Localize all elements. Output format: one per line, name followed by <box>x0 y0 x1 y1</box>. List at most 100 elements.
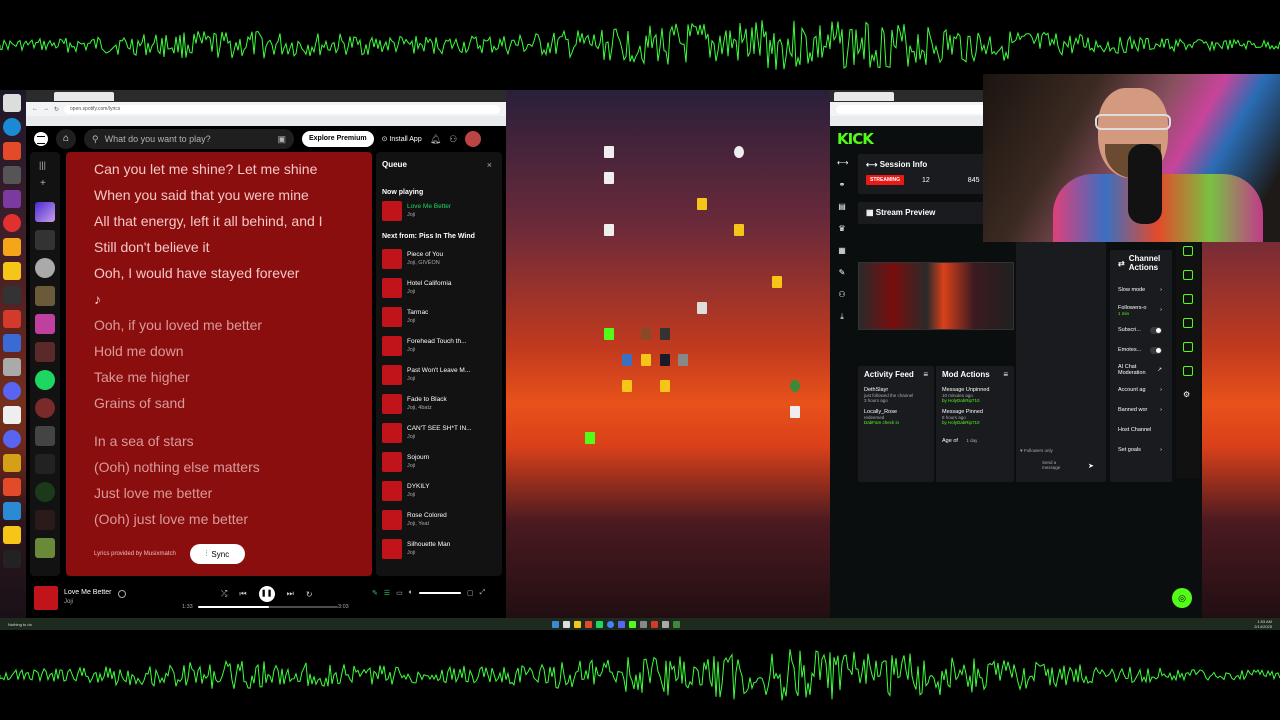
lyric-line[interactable]: Hold me down <box>94 338 372 364</box>
lyric-line[interactable]: All that energy, left it all behind, and… <box>94 208 372 234</box>
channel-action-row[interactable]: Slow mode › <box>1118 280 1168 300</box>
chrome-icon[interactable] <box>606 620 614 628</box>
channel-action-row[interactable]: Account ag › <box>1118 380 1168 400</box>
library-item[interactable] <box>35 426 55 446</box>
mod-action-item[interactable]: Message Pinned 8 hours ago by HolyDabRip… <box>942 409 1008 425</box>
toggle-switch[interactable] <box>1150 346 1162 354</box>
add-icon[interactable]: + <box>40 178 46 189</box>
folder-icon[interactable] <box>697 198 707 210</box>
desktop-app-icon[interactable] <box>3 550 21 568</box>
desktop-app-icon[interactable] <box>678 354 688 366</box>
forward-icon[interactable]: → <box>43 106 49 112</box>
desktop-app-icon[interactable] <box>660 354 670 366</box>
library-item[interactable] <box>35 454 55 474</box>
broadcast-icon[interactable] <box>1183 318 1193 328</box>
volume-slider[interactable] <box>418 592 461 594</box>
library-item[interactable] <box>35 482 55 502</box>
album-art[interactable] <box>34 586 58 610</box>
lyric-line[interactable]: Just love me better <box>94 480 372 506</box>
library-icon[interactable]: ||| <box>39 160 46 170</box>
desktop-app-icon[interactable] <box>585 432 595 444</box>
discord-icon[interactable] <box>617 620 625 628</box>
stream-preview-image[interactable] <box>858 262 1014 330</box>
queue-item[interactable]: Tarmac Joji <box>382 302 496 331</box>
clipboard-icon[interactable] <box>1183 270 1193 280</box>
kick-logo[interactable]: KICK <box>837 130 874 148</box>
lyric-line[interactable]: Ooh, I would have stayed forever <box>94 260 372 286</box>
settings-icon[interactable]: ⚙ <box>1183 390 1193 400</box>
progress-bar[interactable] <box>198 606 338 608</box>
desktop-file-icon[interactable] <box>604 146 614 158</box>
back-icon[interactable]: ← <box>32 106 38 112</box>
search-icon[interactable] <box>562 620 570 628</box>
lyric-line[interactable]: Take me higher <box>94 364 372 390</box>
desktop-app-icon[interactable] <box>3 214 21 232</box>
desktop-file-icon[interactable] <box>3 406 21 424</box>
search-input[interactable]: ⚲ What do you want to play? ▣ <box>84 129 294 149</box>
queue-item[interactable]: Sojourn Joji <box>382 447 496 476</box>
filter-icon[interactable]: ≡ <box>1003 370 1008 379</box>
desktop-app-icon[interactable] <box>790 380 800 392</box>
taskbar-app-icon[interactable] <box>584 620 592 628</box>
desktop-app-icon[interactable] <box>641 328 651 340</box>
avatar[interactable] <box>465 131 482 147</box>
library-item[interactable] <box>35 398 55 418</box>
next-icon[interactable]: ⏭ <box>287 589 294 599</box>
channel-action-row[interactable]: Followers-o 1 min › <box>1118 300 1168 320</box>
desktop-app-icon[interactable] <box>3 166 21 184</box>
queue-item[interactable]: Rose Colored Joji, Yeat <box>382 505 496 534</box>
lyric-line[interactable]: When you said that you were mine <box>94 182 372 208</box>
channel-action-row[interactable]: Emotes... <box>1118 340 1168 360</box>
library-item[interactable] <box>35 538 55 558</box>
queue-icon[interactable]: ☰ <box>384 589 390 597</box>
explore-premium-button[interactable]: Explore Premium <box>302 131 374 147</box>
mod-action-item[interactable]: Age of 1 day <box>942 429 1008 447</box>
taskbar-widget-label[interactable]: Nothing to do <box>8 622 32 627</box>
lyric-line[interactable]: Still don't believe it <box>94 234 372 260</box>
channel-action-row[interactable]: AI Chat Moderation ↗ <box>1118 360 1168 380</box>
filter-icon[interactable]: ≡ <box>923 370 928 379</box>
mod-action-item[interactable]: Message Unpinned 10 minutes ago by HolyD… <box>942 387 1008 403</box>
queue-item[interactable]: Silhouette Man Joji <box>382 534 496 563</box>
miniplayer-icon[interactable]: ▢ <box>467 589 474 597</box>
chat-icon[interactable] <box>1183 294 1193 304</box>
lyric-line[interactable]: Grains of sand <box>94 390 372 416</box>
chat-input[interactable]: Send a message <box>1042 460 1072 470</box>
file-explorer-icon[interactable] <box>573 620 581 628</box>
volume-icon[interactable]: 🔈︎ <box>409 589 413 597</box>
support-button[interactable]: ◎ <box>1172 588 1192 608</box>
taskbar-app-icon[interactable] <box>650 620 658 628</box>
lyric-line[interactable]: Ooh, if you loved me better <box>94 312 372 338</box>
download-icon[interactable]: ⤓ <box>837 312 847 322</box>
lyric-line[interactable]: In a sea of stars <box>94 428 372 454</box>
player-track-title[interactable]: Love Me Better <box>64 589 111 596</box>
install-app-button[interactable]: ⊙ Install App <box>382 135 422 143</box>
lyric-line[interactable]: (Ooh) nothing else matters <box>94 454 372 480</box>
connect-device-icon[interactable]: ▭ <box>396 589 403 597</box>
desktop-app-icon[interactable] <box>3 190 21 208</box>
lightning-icon[interactable] <box>1183 246 1193 256</box>
layout-icon[interactable]: ▦ <box>837 246 847 256</box>
taskbar-app-icon[interactable] <box>661 620 669 628</box>
folder-icon[interactable] <box>3 262 21 280</box>
library-item[interactable] <box>35 370 55 390</box>
discord-icon[interactable] <box>3 382 21 400</box>
queue-item[interactable]: Fade to Black Joji, 4batz <box>382 389 496 418</box>
desktop-app-icon[interactable] <box>660 328 670 340</box>
desktop-app-icon[interactable] <box>3 286 21 304</box>
friend-activity-icon[interactable]: ⚇ <box>449 134 457 145</box>
send-icon[interactable]: ➤ <box>1088 462 1094 470</box>
desktop-app-icon[interactable] <box>3 334 21 352</box>
desktop-app-icon[interactable] <box>3 478 21 496</box>
desktop-app-icon[interactable] <box>3 142 21 160</box>
library-item[interactable] <box>35 342 55 362</box>
folder-icon[interactable] <box>3 238 21 256</box>
link-icon[interactable]: ⚭ <box>837 180 847 190</box>
url-input[interactable]: open.spotify.com/lyrics <box>64 104 500 114</box>
browser-tab-kick[interactable] <box>834 91 894 101</box>
pause-button[interactable]: ❚❚ <box>258 586 275 602</box>
folder-icon[interactable] <box>3 526 21 544</box>
sync-button[interactable]: ⫶ Sync <box>189 544 245 564</box>
folder-icon[interactable] <box>772 276 782 288</box>
add-to-library-icon[interactable] <box>118 590 126 598</box>
